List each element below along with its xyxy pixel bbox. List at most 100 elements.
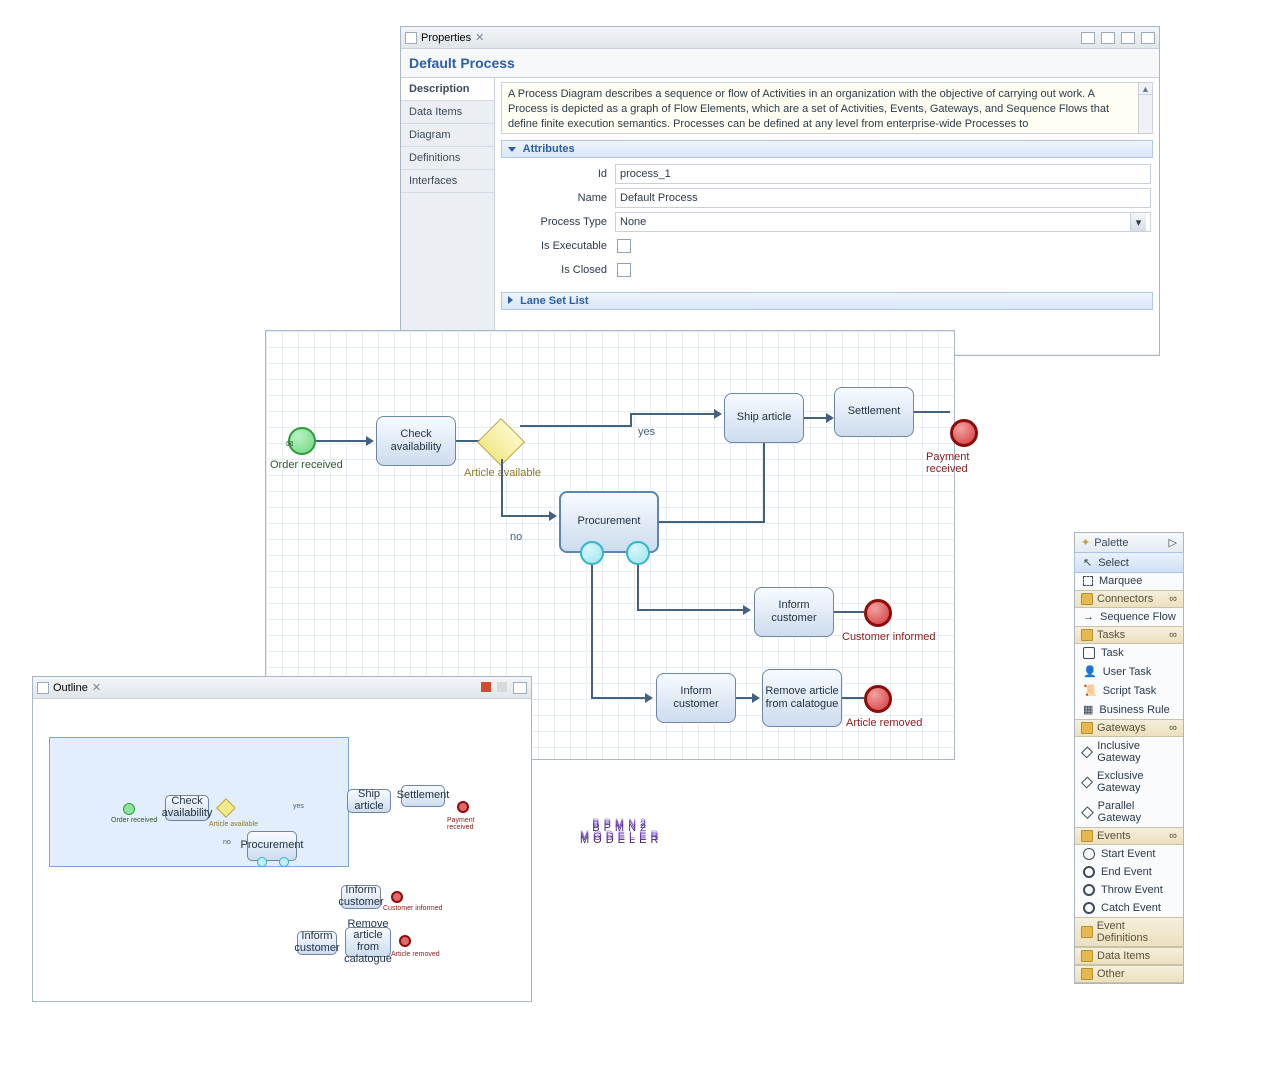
palette-marquee-tool[interactable]: Marquee bbox=[1075, 572, 1183, 590]
outline-minimap[interactable]: Order received Check availability Articl… bbox=[39, 705, 499, 985]
palette-catch-event[interactable]: Catch Event bbox=[1075, 899, 1183, 917]
mini-start bbox=[123, 803, 135, 815]
properties-icon bbox=[405, 32, 417, 44]
palette-end-event[interactable]: End Event bbox=[1075, 863, 1183, 881]
end-event-article[interactable] bbox=[864, 685, 892, 713]
seqflow[interactable] bbox=[591, 565, 593, 697]
palette-inclusive-gateway[interactable]: Inclusive Gateway bbox=[1075, 737, 1183, 767]
palette-panel: ✦Palette ▷ ↖Select Marquee Connectors∞ →… bbox=[1074, 532, 1184, 984]
palette-group-connectors[interactable]: Connectors∞ bbox=[1075, 590, 1183, 608]
palette-group-tasks[interactable]: Tasks∞ bbox=[1075, 626, 1183, 644]
palette-sequence-flow[interactable]: →Sequence Flow bbox=[1075, 608, 1183, 626]
new-icon[interactable] bbox=[1081, 32, 1095, 44]
sidetab-dataitems[interactable]: Data Items bbox=[401, 101, 494, 124]
task-ship-article[interactable]: Ship article bbox=[724, 393, 804, 443]
mini-inform1: Inform customer bbox=[341, 885, 381, 909]
palette-script-task[interactable]: 📜Script Task bbox=[1075, 681, 1183, 700]
close-tab-icon[interactable]: ✕ bbox=[92, 681, 101, 694]
task-remove-article[interactable]: Remove article from calatogue bbox=[762, 669, 842, 727]
seqflow[interactable] bbox=[316, 440, 368, 442]
palette-user-task[interactable]: 👤User Task bbox=[1075, 662, 1183, 681]
task-settlement[interactable]: Settlement bbox=[834, 387, 914, 437]
collapse-icon[interactable]: ∞ bbox=[1169, 722, 1177, 734]
close-tab-icon[interactable]: ✕ bbox=[475, 31, 484, 44]
seqflow[interactable] bbox=[637, 565, 639, 609]
task-check-availability[interactable]: Check availability bbox=[376, 416, 456, 466]
minimize-icon[interactable] bbox=[513, 682, 527, 694]
palette-task[interactable]: Task bbox=[1075, 644, 1183, 662]
sidetab-description[interactable]: Description bbox=[401, 78, 494, 101]
task-inform-customer-1[interactable]: Inform customer bbox=[754, 587, 834, 637]
seqflow[interactable] bbox=[501, 459, 503, 515]
chevron-right-icon[interactable]: ▷ bbox=[1169, 536, 1177, 549]
minimize-icon[interactable] bbox=[1121, 32, 1135, 44]
description-scrollbar[interactable]: ▲ bbox=[1138, 83, 1152, 133]
boundary-event-2[interactable] bbox=[626, 541, 650, 565]
outline-body[interactable]: Order received Check availability Articl… bbox=[33, 699, 531, 1001]
mini-end1 bbox=[457, 801, 469, 813]
mode-a-icon[interactable] bbox=[481, 682, 491, 692]
seqflow[interactable] bbox=[630, 413, 632, 427]
attr-id-input[interactable] bbox=[615, 164, 1151, 184]
sidetab-interfaces[interactable]: Interfaces bbox=[401, 170, 494, 193]
maximize-icon[interactable] bbox=[1141, 32, 1155, 44]
palette-parallel-gateway[interactable]: Parallel Gateway bbox=[1075, 797, 1183, 827]
attr-name-input[interactable] bbox=[615, 188, 1151, 208]
collapse-icon[interactable]: ∞ bbox=[1169, 593, 1177, 605]
collapse-icon[interactable]: ∞ bbox=[1169, 830, 1177, 842]
scroll-up-icon[interactable]: ▲ bbox=[1139, 83, 1152, 95]
palette-group-gateways[interactable]: Gateways∞ bbox=[1075, 719, 1183, 737]
seqflow[interactable] bbox=[591, 697, 647, 699]
palette-header[interactable]: ✦Palette ▷ bbox=[1075, 533, 1183, 553]
lanesetlist-section-header[interactable]: Lane Set List bbox=[501, 292, 1153, 310]
seqflow[interactable] bbox=[842, 697, 864, 699]
seqflow[interactable] bbox=[804, 417, 828, 419]
description-textbox[interactable]: A Process Diagram describes a sequence o… bbox=[501, 82, 1153, 134]
attr-isclosed-checkbox[interactable] bbox=[617, 263, 631, 277]
palette-group-events[interactable]: Events∞ bbox=[1075, 827, 1183, 845]
end-event-customer[interactable] bbox=[864, 599, 892, 627]
folder-icon bbox=[1081, 722, 1093, 734]
mini-inform2: Inform customer bbox=[297, 931, 337, 955]
circle-icon bbox=[1083, 848, 1095, 860]
circle-double-icon bbox=[1083, 902, 1095, 914]
envelope-icon: ✉ bbox=[286, 439, 294, 450]
palette-business-rule[interactable]: ▦Business Rule bbox=[1075, 700, 1183, 719]
attr-isexec-checkbox[interactable] bbox=[617, 239, 631, 253]
palette-group-other[interactable]: Other bbox=[1075, 965, 1183, 983]
collapse-icon[interactable]: ∞ bbox=[1169, 629, 1177, 641]
palette-throw-event[interactable]: Throw Event bbox=[1075, 881, 1183, 899]
seqflow[interactable] bbox=[520, 425, 630, 427]
palette-select-tool[interactable]: ↖Select bbox=[1074, 552, 1184, 573]
seqflow[interactable] bbox=[637, 609, 745, 611]
edge-no-label: no bbox=[510, 531, 522, 543]
seqflow[interactable] bbox=[630, 413, 716, 415]
attr-processtype-select[interactable]: None ▾ bbox=[615, 212, 1151, 232]
end-event-payment[interactable] bbox=[950, 419, 978, 447]
mini-end3 bbox=[399, 935, 411, 947]
palette-exclusive-gateway[interactable]: Exclusive Gateway bbox=[1075, 767, 1183, 797]
attr-name-label: Name bbox=[503, 192, 615, 204]
sidetab-diagram[interactable]: Diagram bbox=[401, 124, 494, 147]
seqflow[interactable] bbox=[659, 521, 763, 523]
attributes-section-header[interactable]: Attributes bbox=[501, 140, 1153, 158]
seqflow[interactable] bbox=[914, 411, 950, 413]
user-icon: 👤 bbox=[1083, 665, 1097, 678]
attributes-title: Attributes bbox=[523, 143, 575, 155]
mode-b-icon[interactable] bbox=[497, 682, 507, 692]
end-customer-label: Customer informed bbox=[842, 631, 936, 643]
seqflow[interactable] bbox=[501, 515, 551, 517]
seqflow[interactable] bbox=[834, 611, 864, 613]
chevron-down-icon[interactable]: ▾ bbox=[1130, 213, 1146, 231]
palette-group-eventdefinitions[interactable]: Event Definitions bbox=[1075, 917, 1183, 947]
table-icon: ▦ bbox=[1083, 703, 1093, 716]
task-inform-customer-2[interactable]: Inform customer bbox=[656, 673, 736, 723]
mini-ship: Ship article bbox=[347, 789, 391, 813]
palette-group-dataitems[interactable]: Data Items bbox=[1075, 947, 1183, 965]
diamond-icon bbox=[1081, 746, 1093, 758]
palette-start-event[interactable]: Start Event bbox=[1075, 845, 1183, 863]
boundary-event-1[interactable] bbox=[580, 541, 604, 565]
seqflow[interactable] bbox=[763, 443, 765, 523]
menu-icon[interactable] bbox=[1101, 32, 1115, 44]
sidetab-definitions[interactable]: Definitions bbox=[401, 147, 494, 170]
